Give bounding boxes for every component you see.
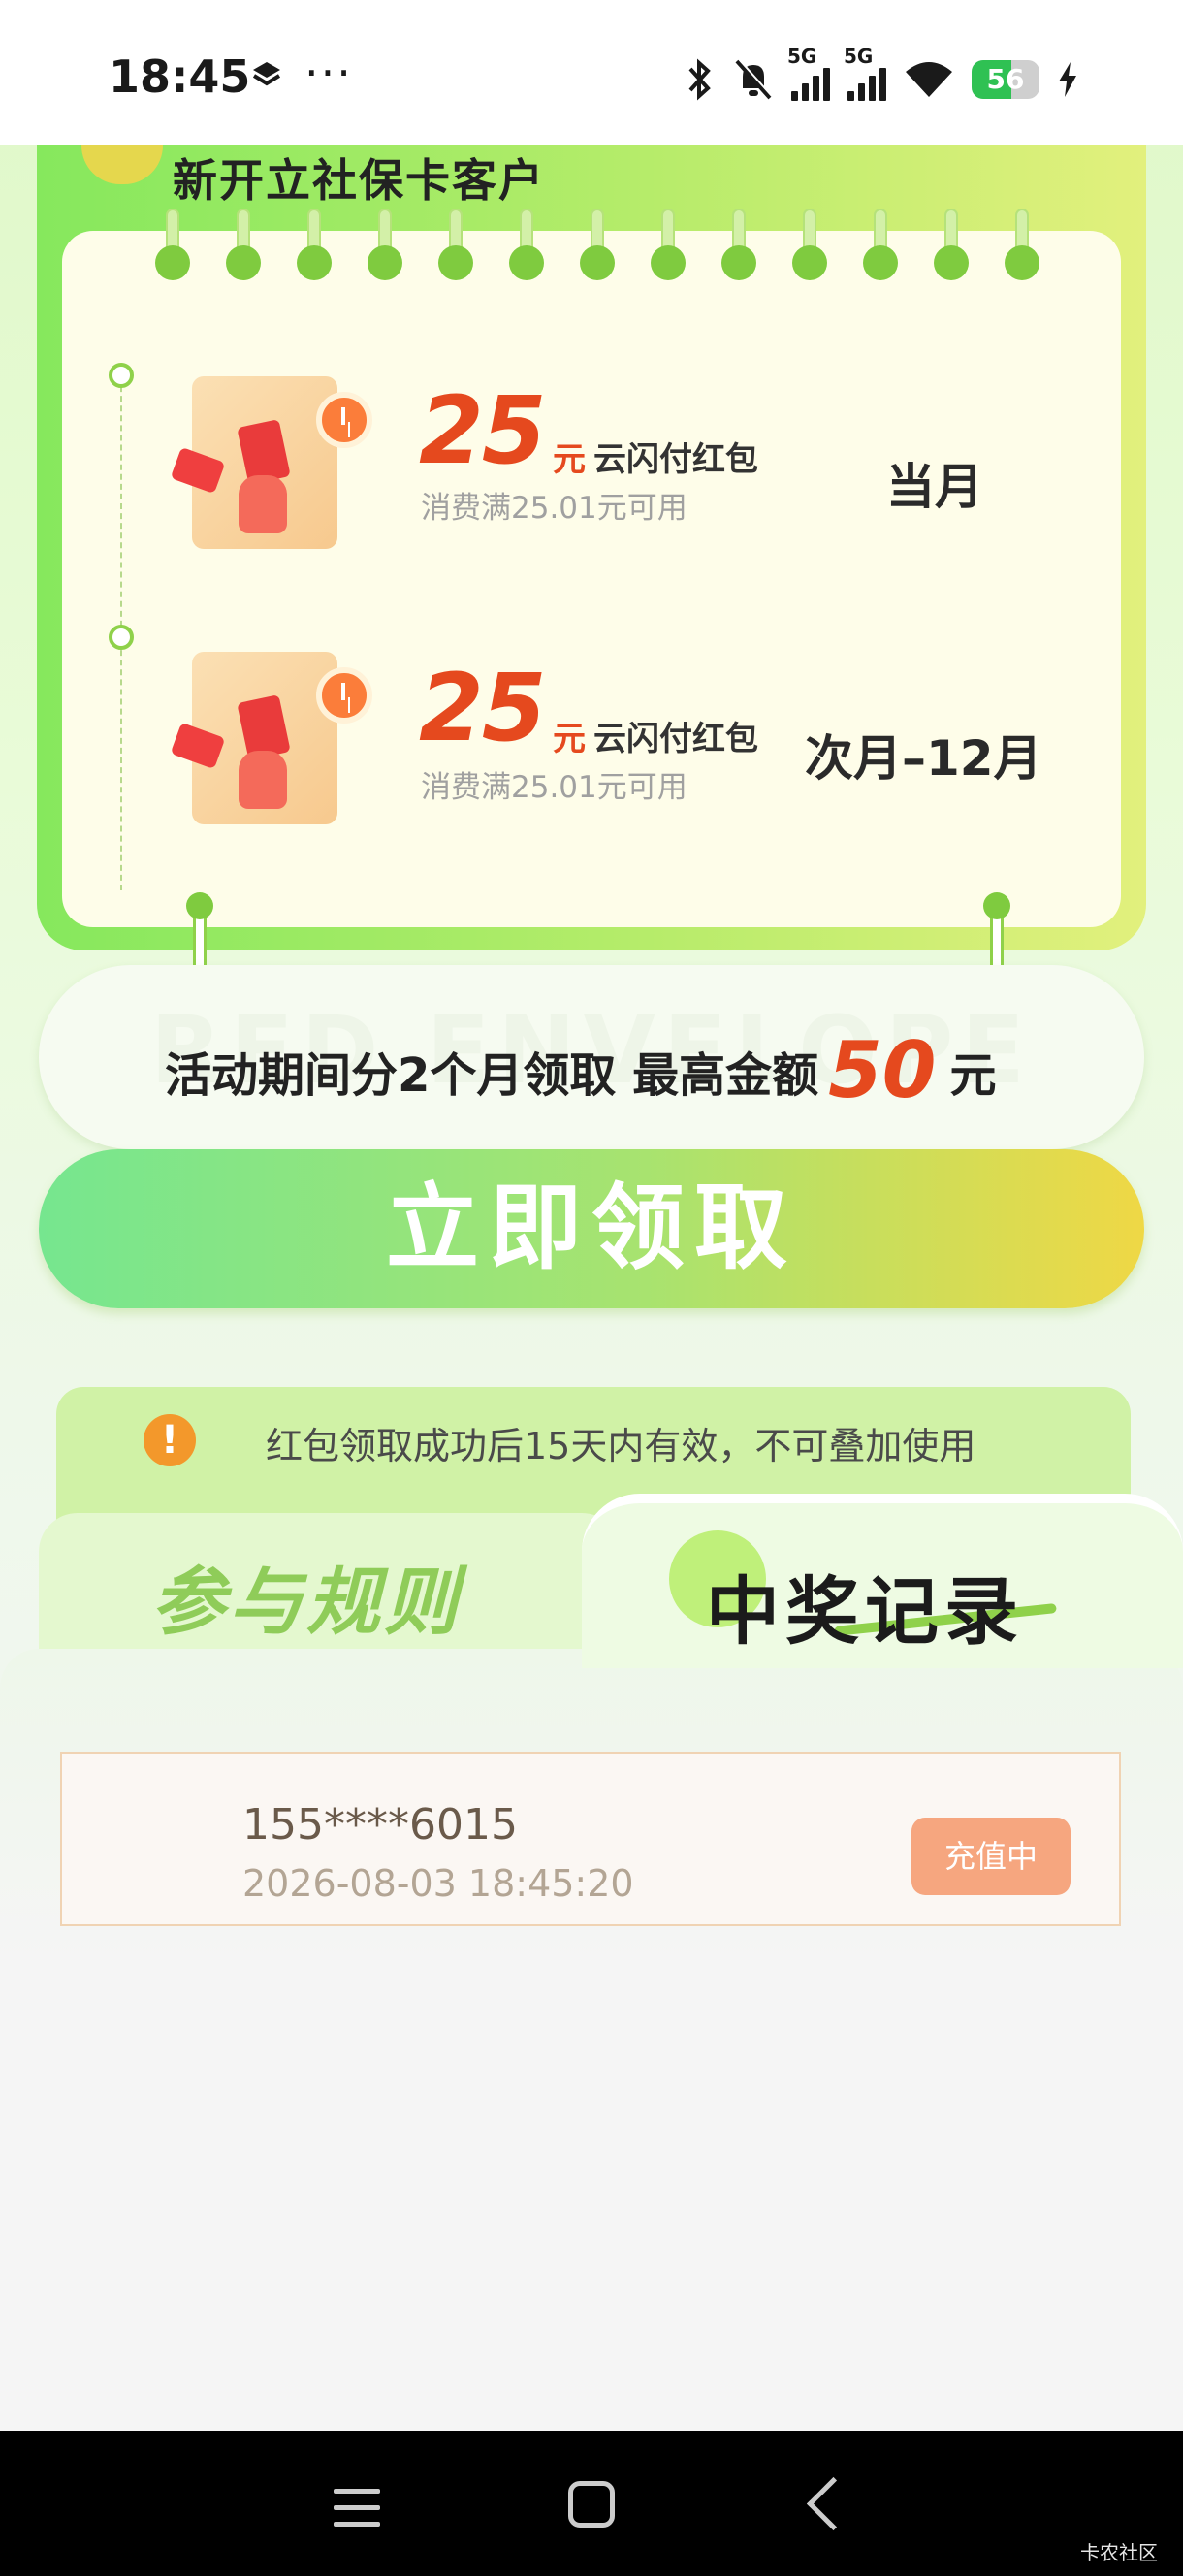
binder-ring	[934, 209, 969, 280]
binder-rings	[155, 209, 1047, 280]
binder-ring	[297, 209, 332, 280]
binder-ring	[368, 209, 402, 280]
binder-ring	[792, 209, 827, 280]
binder-ring	[863, 209, 898, 280]
reward-unit: 元	[553, 720, 586, 758]
timeline-dot	[109, 363, 134, 388]
reward-period: 当月	[871, 446, 999, 520]
max-amount: 50	[828, 1025, 937, 1115]
reward-amount: 25	[419, 376, 547, 485]
more-dots: ···	[304, 47, 353, 99]
mute-bell-icon	[735, 58, 773, 100]
red-envelope-illustration	[170, 367, 372, 551]
record-time: 2026-08-03 18:45:20	[242, 1862, 634, 1905]
binder-ring	[1005, 209, 1039, 280]
menu-icon[interactable]	[334, 2489, 380, 2528]
signal-icon: 5G	[787, 45, 830, 101]
reward-period: 次月–12月	[789, 718, 1058, 791]
binder-ring	[226, 209, 261, 280]
binder-ring	[651, 209, 686, 280]
summary-banner: RED ENVELOPE 活动期间分2个月领取 最高金额 50 元	[39, 965, 1144, 1149]
binder-ring	[721, 209, 756, 280]
bluetooth-icon	[688, 58, 711, 101]
reward-condition: 消费满25.01元可用	[421, 491, 687, 526]
timeline-dot	[109, 625, 134, 650]
reward-unit: 元	[553, 440, 586, 479]
home-icon[interactable]	[568, 2481, 615, 2528]
reward-amount: 25	[419, 654, 547, 762]
watermark: 卡农社区	[1080, 2541, 1158, 2564]
warning-icon: !	[144, 1414, 196, 1466]
wifi-icon	[906, 62, 952, 97]
claim-button[interactable]: 立即领取	[39, 1149, 1144, 1308]
status-icons: 5G 5G 56	[683, 45, 1078, 109]
clock-icon	[316, 392, 372, 448]
reward-type: 云闪付红包	[593, 720, 758, 758]
battery-icon: 56	[972, 60, 1039, 99]
signal-icon: 5G	[844, 45, 886, 101]
reward-condition: 消费满25.01元可用	[421, 770, 687, 805]
binder-ring	[155, 209, 190, 280]
red-envelope-illustration	[170, 642, 372, 826]
charging-icon	[1059, 62, 1076, 97]
reward-type: 云闪付红包	[593, 440, 758, 479]
status-bar: 18:45 ··· 5G 5G 56	[0, 0, 1183, 145]
binder-ring	[509, 209, 544, 280]
layers-icon	[252, 62, 281, 86]
claim-button-label: 立即领取	[386, 1176, 797, 1280]
notice-text: 红包领取成功后15天内有效，不可叠加使用	[266, 1425, 976, 1467]
status-badge: 充值中	[911, 1818, 1071, 1895]
summary-text: 活动期间分2个月领取 最高金额 50 元	[165, 1025, 997, 1115]
binder-ring	[580, 209, 615, 280]
clock-icon	[316, 667, 372, 724]
binder-ring	[438, 209, 473, 280]
card-title: 新开立社保卡客户	[173, 154, 545, 207]
back-icon[interactable]	[806, 2476, 861, 2531]
status-time: 18:45	[109, 50, 251, 103]
tab-rules-label[interactable]: 参与规则	[151, 1542, 462, 1649]
record-row: 155****6015 2026-08-03 18:45:20 充值中	[60, 1752, 1121, 1926]
record-phone: 155****6015	[242, 1800, 518, 1850]
tab-records-label[interactable]: 中奖记录	[706, 1552, 1024, 1658]
system-nav-bar	[0, 2431, 1183, 2576]
